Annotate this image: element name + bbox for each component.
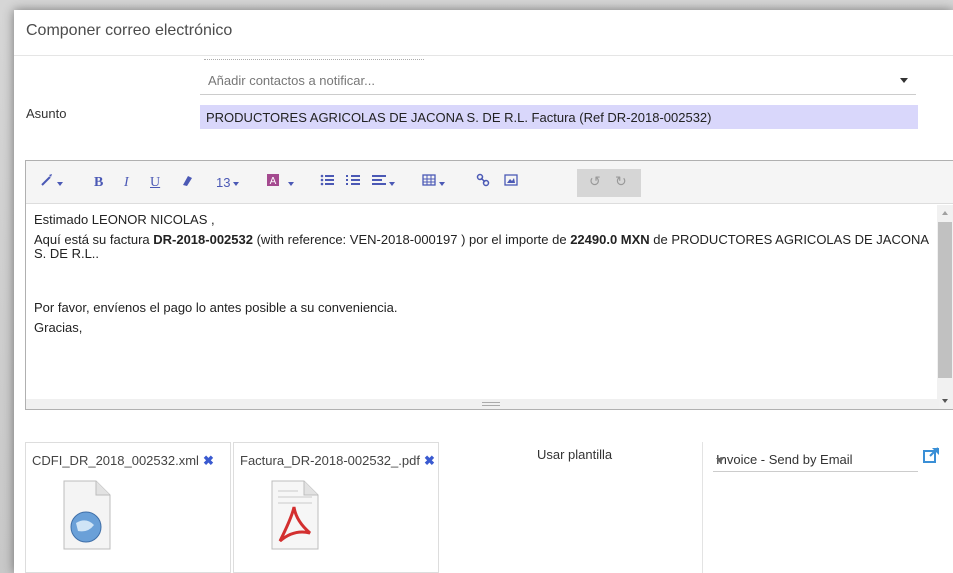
svg-text:A: A [270, 176, 277, 187]
image-icon[interactable] [504, 173, 518, 193]
template-divider [702, 442, 703, 573]
greeting-line: Estimado LEONOR NICOLAS , [34, 212, 215, 227]
dialog-header: Componer correo electrónico [14, 10, 953, 56]
align-icon[interactable] [372, 173, 395, 193]
attachment-name: Factura_DR-2018-002532_.pdf [240, 453, 420, 468]
compose-email-dialog: Componer correo electrónico Añadir conta… [14, 10, 953, 573]
template-select[interactable]: Invoice - Send by Email [713, 448, 918, 472]
remove-attachment-icon[interactable]: ✖ [203, 453, 214, 468]
remove-attachment-icon[interactable]: ✖ [424, 453, 435, 468]
redo-icon[interactable]: ↻ [615, 173, 627, 190]
subject-label: Asunto [26, 106, 67, 121]
cut-off-field-remnant [204, 59, 424, 62]
editor-toolbar: B I U 13 A ↺ ↻ [26, 161, 953, 204]
invoice-amount: 22490.0 MXN [570, 232, 650, 247]
subject-field[interactable]: PRODUCTORES AGRICOLAS DE JACONA S. DE R.… [200, 105, 918, 129]
template-selected: Invoice - Send by Email [716, 452, 853, 467]
editor-scrollbar[interactable] [937, 205, 953, 409]
email-body-editor[interactable]: B I U 13 A ↺ ↻ Estimado LEONOR NICOLAS ,… [25, 160, 953, 410]
dialog-title: Componer correo electrónico [26, 22, 233, 39]
external-link-icon[interactable] [922, 447, 940, 465]
closing-line: Gracias, [34, 320, 83, 335]
pdf-file-icon [271, 480, 319, 550]
scroll-down-icon[interactable] [942, 399, 948, 403]
attachment-xml[interactable]: CDFI_DR_2018_002532.xml ✖ [25, 442, 231, 573]
font-size-select[interactable]: 13 [216, 173, 240, 193]
attachment-name: CDFI_DR_2018_002532.xml [32, 453, 199, 468]
xml-file-icon [63, 480, 111, 550]
bullet-list-icon[interactable] [320, 173, 334, 193]
text-color-icon[interactable]: A [266, 173, 294, 193]
numbered-list-icon[interactable] [346, 173, 360, 193]
chevron-down-icon[interactable] [900, 78, 908, 83]
font-size-value: 13 [216, 175, 231, 190]
scroll-up-icon[interactable] [942, 211, 948, 215]
editor-resize-handle[interactable] [26, 399, 939, 409]
contacts-select[interactable]: Añadir contactos a notificar... [200, 66, 916, 95]
invoice-line: Aquí está su factura DR-2018-002532 (wit… [34, 232, 929, 261]
attachment-pdf[interactable]: Factura_DR-2018-002532_.pdf ✖ [233, 442, 439, 573]
undo-redo-group: ↺ ↻ [577, 169, 641, 197]
invoice-ref: DR-2018-002532 [153, 232, 253, 247]
payment-request-line: Por favor, envíenos el pago lo antes pos… [34, 300, 398, 315]
magic-wand-icon[interactable] [40, 173, 63, 193]
italic-button[interactable]: I [124, 173, 129, 193]
undo-icon[interactable]: ↺ [589, 173, 601, 190]
underline-button[interactable]: U [150, 173, 160, 193]
link-icon[interactable] [476, 173, 490, 193]
scrollbar-thumb[interactable] [938, 222, 952, 378]
bold-button[interactable]: B [94, 173, 103, 193]
chevron-down-icon[interactable] [716, 458, 724, 463]
subject-value: PRODUCTORES AGRICOLAS DE JACONA S. DE R.… [206, 110, 712, 125]
resize-grip-icon[interactable] [482, 402, 500, 406]
template-label: Usar plantilla [537, 447, 613, 462]
email-body-content[interactable]: Estimado LEONOR NICOLAS , Aquí está su f… [34, 213, 929, 341]
contacts-placeholder: Añadir contactos a notificar... [208, 73, 375, 88]
table-icon[interactable] [422, 173, 445, 193]
eraser-icon[interactable] [180, 173, 194, 193]
